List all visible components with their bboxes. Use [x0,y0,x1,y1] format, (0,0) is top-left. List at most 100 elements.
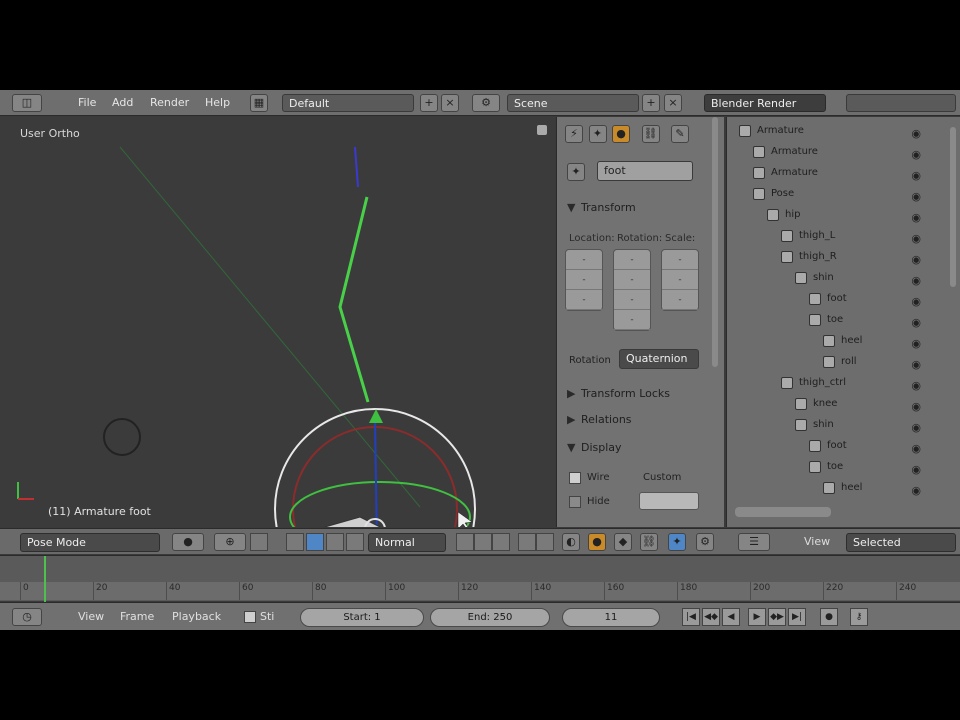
layer-4[interactable] [518,533,536,551]
visibility-eye-icon[interactable]: ◉ [911,187,921,207]
visibility-eye-icon[interactable]: ◉ [911,271,921,291]
props-scrollbar[interactable] [712,117,718,367]
translate-toggle[interactable] [286,533,304,551]
layer-2[interactable] [474,533,492,551]
add-scene-icon[interactable]: + [642,94,660,112]
constraint-tab-icon[interactable]: ⛓ [641,125,660,143]
visibility-eye-icon[interactable]: ◉ [911,124,921,144]
end-frame-field[interactable]: End: 250 [430,608,550,627]
menu-playback[interactable]: Playback [172,610,221,623]
jump-end-button[interactable]: ▶| [788,608,806,626]
menu-render[interactable]: Render [150,94,189,112]
outliner-item[interactable]: shin ◉ [727,268,960,288]
outliner-item[interactable]: Armature ◉ [727,163,960,183]
visibility-eye-icon[interactable]: ◉ [911,439,921,459]
visibility-eye-icon[interactable]: ◉ [911,145,921,165]
custom-shape-field[interactable] [639,492,699,510]
outliner-item[interactable]: Armature ◉ [727,121,960,141]
outliner-h-scrollbar[interactable] [735,507,831,517]
outliner-item[interactable]: shin ◉ [727,415,960,435]
screen-layout-icon[interactable]: ▦ [250,94,268,112]
render-engine-dropdown[interactable]: Blender Render [704,94,826,112]
visibility-eye-icon[interactable]: ◉ [911,208,921,228]
visibility-eye-icon[interactable]: ◉ [911,376,921,396]
display-section[interactable]: ▼ Display [567,441,622,454]
menu-add[interactable]: Add [112,94,133,112]
scene-tab-icon[interactable]: ● [588,533,606,551]
scene-icon[interactable]: ⚙ [472,94,500,112]
layer-1[interactable] [456,533,474,551]
material-tab-icon[interactable]: ● [612,125,630,143]
prev-keyframe-button[interactable]: ◀◆ [702,608,720,626]
mode-dropdown[interactable]: Pose Mode [20,533,160,552]
outliner-item[interactable]: thigh_ctrl ◉ [727,373,960,393]
layout-field[interactable]: Default [282,94,414,112]
visibility-eye-icon[interactable]: ◉ [911,418,921,438]
visibility-eye-icon[interactable]: ◉ [911,481,921,501]
outliner-item[interactable]: heel ◉ [727,331,960,351]
bone-data-icon[interactable]: ✦ [668,533,686,551]
timeline-ruler[interactable] [0,582,960,600]
outliner-item[interactable]: hip ◉ [727,205,960,225]
outliner-item[interactable]: toe ◉ [727,457,960,477]
outliner-type-icon[interactable]: ☰ [738,533,770,551]
location-fields[interactable]: --- [565,249,603,311]
visibility-eye-icon[interactable]: ◉ [911,334,921,354]
visibility-eye-icon[interactable]: ◉ [911,313,921,333]
visibility-eye-icon[interactable]: ◉ [911,229,921,249]
visibility-eye-icon[interactable]: ◉ [911,460,921,480]
editor-type-icon[interactable]: ◫ [12,94,42,112]
keying-set-button[interactable]: ⚷ [850,608,868,626]
pivot-dropdown-icon[interactable]: ⊕ [214,533,246,551]
add-layout-icon[interactable]: + [420,94,438,112]
remove-scene-icon[interactable]: × [664,94,682,112]
orientation-dropdown[interactable]: Normal [368,533,446,552]
relations-section[interactable]: ▶ Relations [567,413,632,426]
outliner-item[interactable]: roll ◉ [727,352,960,372]
transform-section[interactable]: ▼ Transform [567,201,636,214]
layer-5[interactable] [536,533,554,551]
sync-checkbox[interactable] [244,611,256,623]
layer-3[interactable] [492,533,510,551]
scale-fields[interactable]: --- [661,249,699,311]
outliner-item[interactable]: foot ◉ [727,289,960,309]
timeline[interactable]: 0 20 40 60 80 100 120 140 160 180 200 220 240 [0,555,960,602]
bone-name-field[interactable]: foot [597,161,693,181]
menu-view[interactable]: View [78,610,104,623]
shading-dropdown-icon[interactable]: ● [172,533,204,551]
3d-viewport[interactable]: User Ortho (11) Armature foot [0,117,555,527]
outliner-item[interactable]: Pose ◉ [727,184,960,204]
start-frame-field[interactable]: Start: 1 [300,608,424,627]
current-frame-indicator[interactable] [44,556,46,602]
scale-toggle[interactable] [326,533,344,551]
play-reverse-button[interactable]: ◀ [722,608,740,626]
search-field[interactable] [846,94,956,112]
outliner-item[interactable]: knee ◉ [727,394,960,414]
bone-constraint-icon[interactable]: ⚙ [696,533,714,551]
modifier-tab-icon[interactable]: ✎ [671,125,689,143]
record-button[interactable]: ● [820,608,838,626]
scene-field[interactable]: Scene [507,94,639,112]
outliner-filter-dropdown[interactable]: Selected [846,533,956,552]
outliner-scrollbar[interactable] [950,127,956,287]
visibility-eye-icon[interactable]: ◉ [911,250,921,270]
menu-file[interactable]: File [78,94,96,112]
view-menu[interactable]: View [804,535,830,548]
transform-locks-section[interactable]: ▶ Transform Locks [567,387,670,400]
remove-layout-icon[interactable]: × [441,94,459,112]
snap-toggle[interactable] [346,533,364,551]
rotation-fields[interactable]: ---- [613,249,651,331]
outliner-item[interactable]: thigh_L ◉ [727,226,960,246]
object-tab-icon[interactable]: ◆ [614,533,632,551]
outliner-item[interactable]: foot ◉ [727,436,960,456]
menu-help[interactable]: Help [205,94,230,112]
hide-checkbox[interactable] [569,496,581,508]
armature-tab-icon[interactable]: ⚡ [565,125,583,143]
manipulator-toggle[interactable] [250,533,268,551]
outliner-item[interactable]: Armature ◉ [727,142,960,162]
constraint-icon[interactable]: ⛓ [640,533,658,551]
rotation-mode-dropdown[interactable]: Quaternion [619,349,699,369]
jump-start-button[interactable]: |◀ [682,608,700,626]
wire-checkbox[interactable] [569,472,581,484]
menu-frame[interactable]: Frame [120,610,154,623]
